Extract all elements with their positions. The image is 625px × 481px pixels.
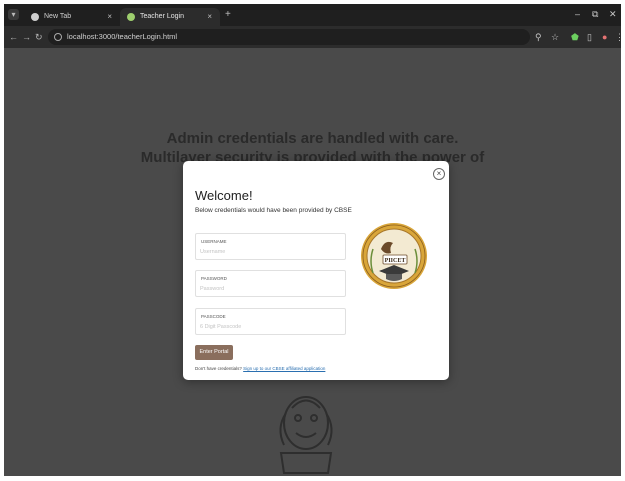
close-window-button[interactable]: ✕ bbox=[609, 8, 617, 20]
college-logo-icon: PIICET bbox=[361, 223, 427, 289]
profile-icon[interactable]: ● bbox=[602, 31, 607, 43]
page-content: Admin credentials are handled with care.… bbox=[4, 48, 621, 476]
zoom-icon[interactable]: ⚲ bbox=[535, 31, 542, 43]
emblem-icon bbox=[279, 396, 333, 474]
enter-portal-button[interactable]: Enter Portal bbox=[195, 345, 233, 360]
tab-title: New Tab bbox=[44, 13, 72, 20]
star-icon[interactable]: ☆ bbox=[551, 31, 559, 43]
maximize-button[interactable]: ⧉ bbox=[592, 8, 598, 20]
modal-title: Welcome! bbox=[195, 188, 253, 203]
chrome-favicon-icon bbox=[31, 13, 39, 21]
url-text[interactable]: localhost:3000/teacherLogin.html bbox=[67, 29, 177, 45]
tab-new-tab[interactable]: New Tab × bbox=[24, 8, 120, 26]
svg-text:PIICET: PIICET bbox=[385, 258, 406, 264]
tab-strip: ▾ New Tab × Teacher Login × + – ⧉ ✕ bbox=[4, 4, 621, 26]
site-info-icon[interactable] bbox=[54, 33, 62, 41]
password-input[interactable] bbox=[200, 284, 340, 293]
signup-prompt: Don't have credentials? bbox=[195, 366, 242, 371]
username-label: USERNAME bbox=[201, 239, 227, 244]
close-icon[interactable]: × bbox=[433, 168, 445, 180]
address-bar[interactable]: localhost:3000/teacherLogin.html bbox=[48, 29, 530, 45]
background-heading-line-1: Admin credentials are handled with care. bbox=[166, 130, 459, 147]
new-tab-button[interactable]: + bbox=[225, 9, 231, 21]
back-button[interactable]: ← bbox=[9, 31, 18, 43]
tab-close-icon[interactable]: × bbox=[207, 8, 212, 26]
password-label: PASSWORD bbox=[201, 276, 227, 281]
tab-teacher-login[interactable]: Teacher Login × bbox=[120, 8, 220, 26]
menu-icon[interactable]: ⋮ bbox=[615, 31, 621, 43]
tab-search-button[interactable]: ▾ bbox=[8, 9, 19, 20]
password-field[interactable]: PASSWORD bbox=[195, 270, 346, 297]
reload-button[interactable]: ↻ bbox=[35, 31, 43, 43]
tab-title: Teacher Login bbox=[140, 13, 184, 20]
username-input[interactable] bbox=[200, 247, 340, 256]
forward-button[interactable]: → bbox=[22, 31, 31, 43]
modal-subtitle: Below credentials would have been provid… bbox=[195, 207, 352, 214]
page-favicon-icon bbox=[127, 13, 135, 21]
passcode-label: PASSCODE bbox=[201, 314, 226, 319]
login-modal: × Welcome! Below credentials would have … bbox=[183, 161, 449, 380]
extension-shield-icon[interactable]: ⬟ bbox=[571, 31, 579, 43]
tab-close-icon[interactable]: × bbox=[107, 8, 112, 26]
minimize-button[interactable]: – bbox=[575, 8, 580, 20]
signup-row: Don't have credentials? Sign up to our C… bbox=[195, 366, 325, 372]
browser-window: ▾ New Tab × Teacher Login × + – ⧉ ✕ ← → … bbox=[4, 4, 621, 476]
username-field[interactable]: USERNAME bbox=[195, 233, 346, 260]
passcode-input[interactable] bbox=[200, 322, 340, 331]
browser-toolbar: ← → ↻ localhost:3000/teacherLogin.html ⚲… bbox=[4, 26, 621, 48]
passcode-field[interactable]: PASSCODE bbox=[195, 308, 346, 335]
sidebar-icon[interactable]: ▯ bbox=[587, 31, 592, 43]
signup-link[interactable]: Sign up to our CBSE affiliated applicati… bbox=[243, 366, 325, 371]
